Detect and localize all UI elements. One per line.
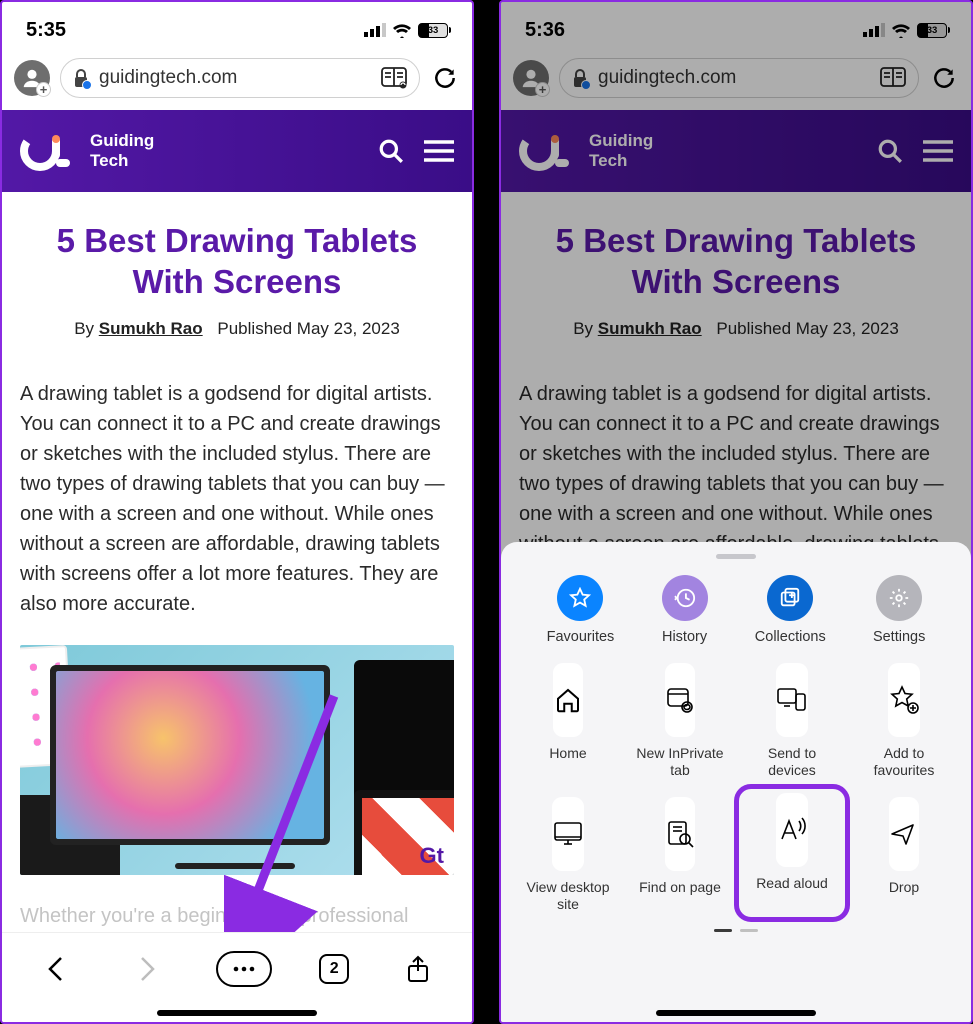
sheet-grid: Home New InPrivate tab Send to devices A…: [519, 663, 953, 913]
address-bar[interactable]: guidingtech.com: [60, 58, 420, 98]
drop-tile[interactable]: Drop: [855, 797, 953, 913]
pager-dots: [519, 929, 953, 932]
author-link[interactable]: Sumukh Rao: [99, 319, 203, 338]
tabs-button[interactable]: 2: [319, 954, 349, 984]
site-name: Guiding Tech: [90, 131, 154, 170]
home-indicator: [157, 1010, 317, 1016]
status-right: 33: [364, 23, 448, 38]
history-chip[interactable]: History: [662, 575, 708, 645]
wifi-icon: [392, 23, 412, 38]
menu-sheet: Favourites History Collections Settings …: [501, 542, 971, 1022]
article-para1: A drawing tablet is a godsend for digita…: [20, 379, 454, 619]
profile-button[interactable]: +: [14, 60, 50, 96]
read-aloud-tile[interactable]: Read aloud: [739, 789, 845, 917]
forward-button[interactable]: [125, 947, 169, 991]
home-tile[interactable]: Home: [519, 663, 617, 779]
refresh-button[interactable]: [430, 65, 460, 91]
star-plus-icon: [888, 685, 920, 715]
back-button[interactable]: [34, 947, 78, 991]
favourites-chip[interactable]: Favourites: [547, 575, 615, 645]
publish-date: Published May 23, 2023: [217, 319, 399, 338]
find-tile[interactable]: Find on page: [631, 797, 729, 913]
send-devices-icon: [776, 686, 808, 714]
home-icon: [553, 685, 583, 715]
status-bar: 5:35 33: [2, 2, 472, 50]
gear-icon: [876, 575, 922, 621]
send-tile[interactable]: Send to devices: [743, 663, 841, 779]
phone-left: 5:35 33 + guidingtech.com: [0, 0, 474, 1024]
reader-icon[interactable]: [381, 67, 407, 89]
plus-icon: +: [36, 82, 51, 97]
browser-top: + guidingtech.com: [2, 50, 472, 110]
history-icon: [662, 575, 708, 621]
byline: By Sumukh Rao Published May 23, 2023: [20, 319, 454, 339]
phone-right: 5:36 33 + guidingtech.com: [499, 0, 973, 1024]
site-logo[interactable]: [20, 123, 76, 179]
inprivate-icon: [665, 685, 695, 715]
article: 5 Best Drawing Tablets With Screens By S…: [2, 192, 472, 961]
site-header: Guiding Tech: [2, 110, 472, 192]
menu-icon[interactable]: [424, 140, 454, 162]
url-text: guidingtech.com: [99, 67, 371, 89]
drop-icon: [889, 821, 919, 847]
share-button[interactable]: [396, 947, 440, 991]
home-indicator: [656, 1010, 816, 1016]
collections-chip[interactable]: Collections: [755, 575, 826, 645]
desktop-tile[interactable]: View desktop site: [519, 797, 617, 913]
read-aloud-icon: [776, 815, 808, 845]
article-title: 5 Best Drawing Tablets With Screens: [20, 220, 454, 303]
add-fav-tile[interactable]: Add to favourites: [855, 663, 953, 779]
inprivate-tile[interactable]: New InPrivate tab: [631, 663, 729, 779]
sheet-top-row: Favourites History Collections Settings: [519, 569, 953, 663]
find-icon: [665, 819, 695, 849]
star-icon: [557, 575, 603, 621]
desktop-icon: [552, 820, 584, 848]
cellular-icon: [364, 23, 386, 37]
collections-icon: [767, 575, 813, 621]
sheet-grabber[interactable]: [716, 554, 756, 559]
lock-icon: [73, 69, 89, 88]
bottom-toolbar: 2: [2, 932, 472, 1022]
search-icon[interactable]: [378, 138, 404, 164]
hero-image: Gt: [20, 645, 454, 875]
status-time: 5:35: [26, 19, 66, 42]
battery-icon: 33: [418, 23, 448, 38]
settings-chip[interactable]: Settings: [873, 575, 925, 645]
more-button[interactable]: [216, 951, 272, 987]
